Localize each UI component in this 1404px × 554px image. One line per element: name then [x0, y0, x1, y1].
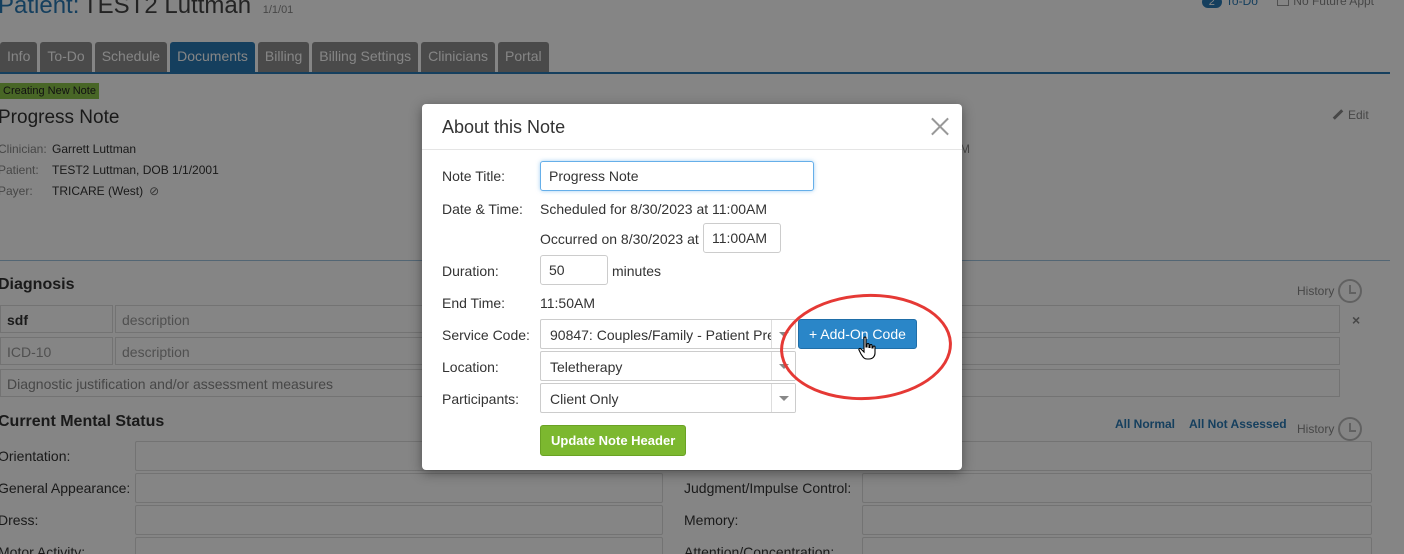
end-time-label: End Time: [442, 295, 506, 311]
location-label: Location: [442, 359, 499, 375]
duration-label: Duration: [442, 263, 499, 279]
scheduled-text: Scheduled for 8/30/2023 at 11:00AM [540, 201, 768, 217]
about-note-modal: About this Note Note Title: Date & Time:… [422, 104, 962, 470]
occurred-time-input[interactable] [703, 223, 781, 253]
hand-cursor-icon [858, 336, 876, 360]
duration-unit: minutes [612, 263, 662, 279]
datetime-label: Date & Time: [442, 201, 523, 217]
modal-header: About this Note [422, 104, 962, 150]
duration-input[interactable] [540, 255, 608, 285]
end-time-value: 11:50AM [540, 295, 595, 311]
note-title-input[interactable] [540, 161, 814, 191]
service-code-label: Service Code: [442, 327, 530, 343]
update-note-header-button[interactable]: Update Note Header [540, 425, 687, 456]
chevron-down-icon [771, 320, 795, 348]
chevron-down-icon [771, 352, 795, 380]
chevron-down-icon [771, 384, 795, 412]
close-icon[interactable] [930, 116, 950, 136]
service-code-value: 90847: Couples/Family - Patient Present [550, 327, 796, 343]
service-code-select[interactable]: 90847: Couples/Family - Patient Present [540, 319, 796, 349]
participants-select[interactable]: Client Only [540, 383, 796, 413]
location-value: Teletherapy [550, 359, 623, 375]
location-select[interactable]: Teletherapy [540, 351, 796, 381]
note-title-label: Note Title: [442, 168, 506, 184]
occurred-text: Occurred on 8/30/2023 at [540, 231, 699, 247]
participants-label: Participants: [442, 391, 520, 407]
participants-value: Client Only [550, 391, 619, 407]
modal-title: About this Note [442, 117, 566, 137]
